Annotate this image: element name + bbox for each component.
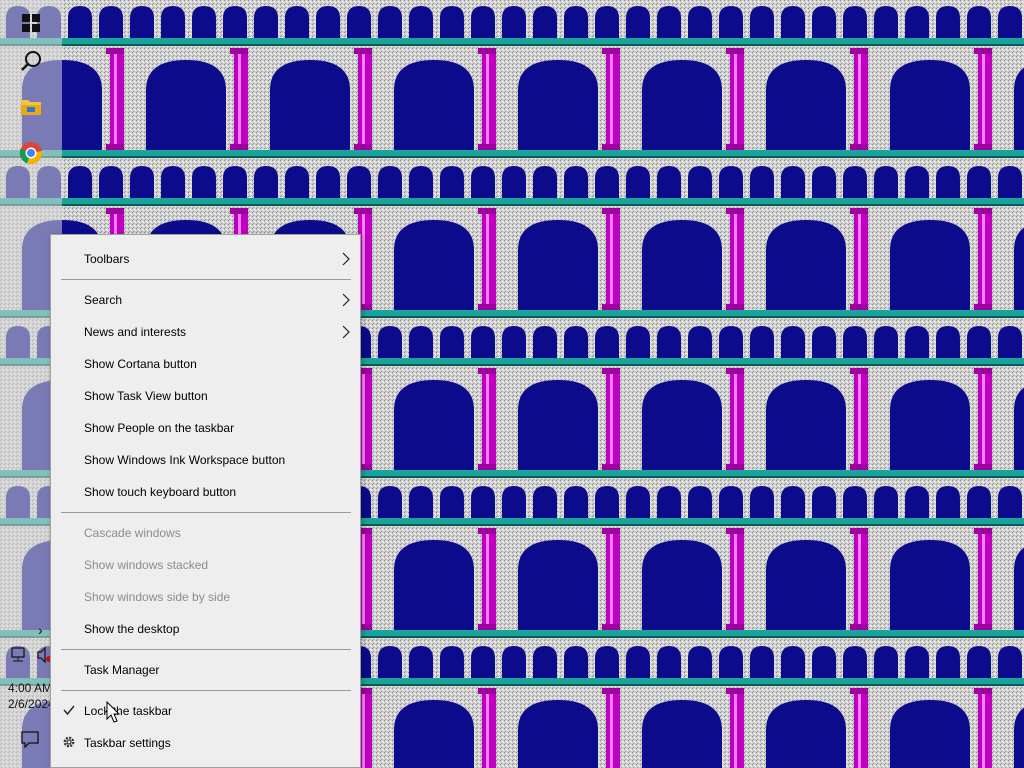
menu-item-cascade-windows: Cascade windows xyxy=(51,518,360,548)
submenu-arrow-icon xyxy=(342,293,350,307)
menu-item-task-manager[interactable]: Task Manager xyxy=(51,655,360,685)
menu-item-show-desktop[interactable]: Show the desktop xyxy=(51,614,360,644)
menu-item-label: Show windows stacked xyxy=(84,558,209,572)
submenu-arrow-icon xyxy=(342,252,350,266)
gear-icon xyxy=(63,736,75,748)
menu-item-show-touch-keyboard[interactable]: Show touch keyboard button xyxy=(51,477,360,507)
menu-item-taskbar-settings[interactable]: Taskbar settings xyxy=(51,728,360,758)
network-icon[interactable] xyxy=(11,647,25,662)
menu-separator xyxy=(61,690,351,691)
menu-item-toolbars[interactable]: Toolbars xyxy=(51,244,360,274)
mouse-pointer-icon xyxy=(106,701,120,723)
menu-separator xyxy=(61,512,351,513)
notification-icon xyxy=(21,731,39,749)
menu-item-label: Show Cortana button xyxy=(84,357,197,371)
search-icon xyxy=(21,51,41,71)
file-explorer-button[interactable] xyxy=(0,84,62,130)
menu-item-show-cortana[interactable]: Show Cortana button xyxy=(51,349,360,379)
menu-item-windows-stacked: Show windows stacked xyxy=(51,550,360,580)
menu-separator xyxy=(61,649,351,650)
menu-item-lock-taskbar[interactable]: Lock the taskbar xyxy=(51,696,360,726)
menu-item-windows-side-by-side: Show windows side by side xyxy=(51,582,360,612)
menu-item-label: News and interests xyxy=(84,325,187,339)
checkmark-icon xyxy=(63,705,75,716)
taskbar-context-menu: Toolbars Search News and interests Show … xyxy=(50,234,361,768)
menu-item-label: Cascade windows xyxy=(84,526,181,540)
menu-item-label: Show People on the taskbar xyxy=(84,421,235,435)
menu-item-label: Lock the taskbar xyxy=(84,704,173,718)
submenu-arrow-icon xyxy=(342,325,350,339)
menu-separator xyxy=(61,279,351,280)
menu-item-search[interactable]: Search xyxy=(51,285,360,315)
windows-logo-icon xyxy=(22,14,40,32)
file-explorer-icon xyxy=(21,100,41,115)
menu-item-label: Taskbar settings xyxy=(84,736,171,750)
chrome-icon xyxy=(19,142,42,164)
menu-item-news-and-interests[interactable]: News and interests xyxy=(51,317,360,347)
menu-item-label: Show Windows Ink Workspace button xyxy=(84,453,286,467)
menu-item-label: Search xyxy=(84,293,123,307)
menu-item-label: Show the desktop xyxy=(84,622,180,636)
search-button[interactable] xyxy=(0,38,62,84)
tray-expand-chevron-icon[interactable]: › xyxy=(38,622,43,638)
menu-item-label: Toolbars xyxy=(84,252,130,266)
menu-item-label: Show Task View button xyxy=(84,389,208,403)
menu-item-label: Show touch keyboard button xyxy=(84,485,237,499)
menu-item-label: Task Manager xyxy=(84,663,160,677)
menu-item-show-ink-workspace[interactable]: Show Windows Ink Workspace button xyxy=(51,445,360,475)
menu-item-show-task-view[interactable]: Show Task View button xyxy=(51,381,360,411)
action-center-button[interactable] xyxy=(20,730,40,753)
menu-item-label: Show windows side by side xyxy=(84,590,231,604)
menu-item-show-people[interactable]: Show People on the taskbar xyxy=(51,413,360,443)
chrome-button[interactable] xyxy=(0,130,62,176)
